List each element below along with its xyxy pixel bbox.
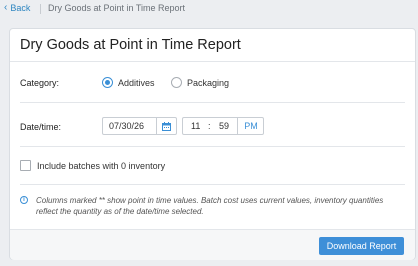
calendar-icon[interactable] <box>156 118 176 134</box>
title-divider <box>10 61 415 62</box>
info-text: Columns marked ** show point in time val… <box>36 196 384 216</box>
radio-additives[interactable] <box>102 77 113 88</box>
info-icon: i <box>20 196 28 204</box>
chevron-left-icon: ‹ <box>4 2 8 13</box>
minute-field[interactable]: 59 <box>219 121 229 131</box>
date-input-value: 07/30/26 <box>109 121 145 131</box>
page-title: Dry Goods at Point in Time Report <box>20 37 241 53</box>
report-card: Dry Goods at Point in Time Report Catego… <box>9 28 416 260</box>
ampm-toggle[interactable]: PM <box>237 118 264 134</box>
radio-packaging[interactable] <box>171 77 182 88</box>
category-label: Category: <box>20 78 60 88</box>
include-zero-label: Include batches with 0 inventory <box>37 161 166 171</box>
section-divider <box>20 146 405 147</box>
time-input[interactable]: 11 : 59 PM <box>182 117 264 135</box>
card-footer: Download Report <box>10 229 415 260</box>
download-report-button[interactable]: Download Report <box>319 237 404 255</box>
breadcrumb-divider <box>40 4 41 14</box>
top-navigation-bar: ‹ Back Dry Goods at Point in Time Report <box>0 0 418 18</box>
datetime-label: Date/time: <box>20 122 62 132</box>
radio-packaging-label: Packaging <box>187 78 230 88</box>
breadcrumb-title: Dry Goods at Point in Time Report <box>48 3 186 13</box>
back-link-label: Back <box>10 3 31 13</box>
time-separator: : <box>208 121 211 131</box>
date-input[interactable]: 07/30/26 <box>102 117 177 135</box>
info-note: i Columns marked ** show point in time v… <box>20 195 405 217</box>
back-link[interactable]: ‹ Back <box>4 2 31 14</box>
hour-field[interactable]: 11 <box>191 121 200 131</box>
radio-additives-label: Additives <box>118 78 155 88</box>
include-zero-checkbox[interactable] <box>20 160 31 171</box>
section-divider <box>20 102 405 103</box>
section-divider <box>20 184 405 185</box>
